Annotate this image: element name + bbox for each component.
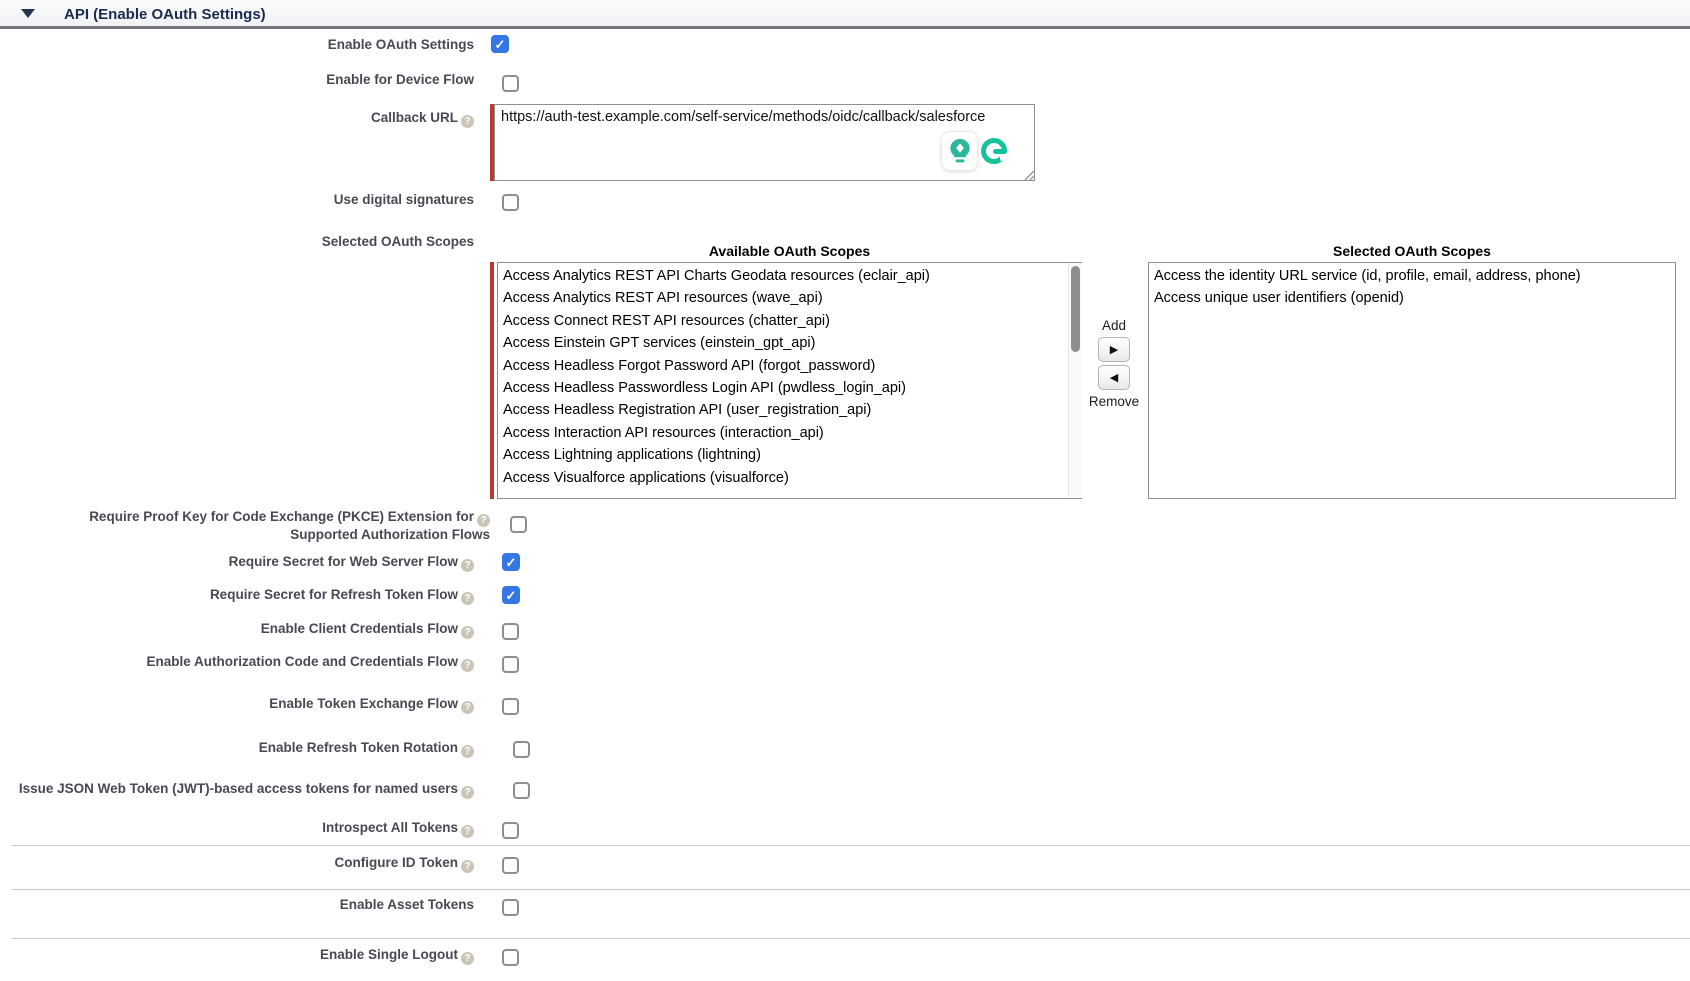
- section-header: API (Enable OAuth Settings): [0, 0, 1690, 29]
- help-icon[interactable]: ?: [461, 592, 474, 605]
- help-icon[interactable]: ?: [461, 952, 474, 965]
- help-icon[interactable]: ?: [461, 626, 474, 639]
- lightbulb-extension-icon[interactable]: [941, 131, 978, 171]
- enable-single-logout-checkbox[interactable]: ✓: [502, 949, 519, 966]
- scope-option[interactable]: Access the identity URL service (id, pro…: [1149, 265, 1675, 287]
- enable-client-credentials-checkbox[interactable]: ✓: [502, 623, 519, 640]
- add-arrow-icon: ▶: [1110, 344, 1118, 356]
- enable-refresh-token-rotation-checkbox[interactable]: ✓: [513, 741, 530, 758]
- field-label: Enable for Device Flow: [0, 72, 474, 87]
- field-label: Enable Client Credentials Flow?: [0, 621, 474, 639]
- field-label: Introspect All Tokens?: [0, 820, 474, 838]
- issue-jwt-tokens-checkbox[interactable]: ✓: [513, 782, 530, 799]
- enable-auth-code-credentials-checkbox[interactable]: ✓: [502, 656, 519, 673]
- available-scopes-header: Available OAuth Scopes: [497, 243, 1082, 259]
- scope-option[interactable]: Access Headless Registration API (user_r…: [498, 399, 1081, 421]
- oauth-settings-page: API (Enable OAuth Settings) Enable OAuth…: [0, 0, 1690, 981]
- scope-option[interactable]: Access Einstein GPT services (einstein_g…: [498, 332, 1081, 354]
- field-label: Issue JSON Web Token (JWT)-based access …: [0, 781, 474, 799]
- field-label: Enable Token Exchange Flow?: [0, 696, 474, 714]
- required-field-bar: [490, 262, 494, 499]
- scope-option[interactable]: Access Lightning applications (lightning…: [498, 444, 1081, 466]
- field-label: Enable Authorization Code and Credential…: [0, 654, 474, 672]
- grammarly-icon[interactable]: [979, 136, 1009, 166]
- remove-label: Remove: [1080, 394, 1148, 409]
- scrollbar-thumb[interactable]: [1071, 266, 1080, 352]
- section-title: API (Enable OAuth Settings): [64, 6, 266, 23]
- pkce-checkbox[interactable]: ✓: [510, 516, 527, 533]
- enable-asset-tokens-checkbox[interactable]: ✓: [502, 899, 519, 916]
- scope-option[interactable]: Access Headless Forgot Password API (for…: [498, 355, 1081, 377]
- help-icon[interactable]: ?: [461, 825, 474, 838]
- field-label: Callback URL?: [0, 110, 474, 128]
- field-label: Require Secret for Web Server Flow?: [0, 554, 474, 572]
- help-icon[interactable]: ?: [461, 115, 474, 128]
- check-icon: ✓: [506, 589, 517, 602]
- help-icon[interactable]: ?: [461, 659, 474, 672]
- scope-option[interactable]: Access Connect REST API resources (chatt…: [498, 310, 1081, 332]
- field-label: Enable Refresh Token Rotation?: [0, 740, 474, 758]
- selected-scopes-listbox[interactable]: Access the identity URL service (id, pro…: [1148, 262, 1676, 499]
- field-label: Require Proof Key for Code Exchange (PKC…: [0, 509, 490, 542]
- add-label: Add: [1090, 318, 1138, 333]
- available-scopes-scrollbar[interactable]: [1068, 263, 1082, 498]
- add-scope-button[interactable]: ▶: [1098, 337, 1130, 362]
- field-label: Enable Single Logout?: [0, 947, 474, 965]
- scope-option[interactable]: Access Headless Passwordless Login API (…: [498, 377, 1081, 399]
- require-secret-web-server-checkbox[interactable]: ✓: [502, 553, 520, 571]
- check-icon: ✓: [506, 556, 517, 569]
- help-icon[interactable]: ?: [461, 701, 474, 714]
- enable-oauth-settings-checkbox[interactable]: ✓: [491, 35, 509, 53]
- configure-id-token-checkbox[interactable]: ✓: [502, 857, 519, 874]
- scope-option[interactable]: Access Interaction API resources (intera…: [498, 422, 1081, 444]
- scope-option[interactable]: Access Analytics REST API Charts Geodata…: [498, 265, 1081, 287]
- field-label: Use digital signatures: [0, 192, 474, 207]
- help-icon[interactable]: ?: [461, 786, 474, 799]
- enable-token-exchange-checkbox[interactable]: ✓: [502, 698, 519, 715]
- collapse-triangle-icon[interactable]: [21, 9, 35, 18]
- use-digital-signatures-checkbox[interactable]: ✓: [502, 194, 519, 211]
- help-icon[interactable]: ?: [461, 559, 474, 572]
- resize-handle-icon[interactable]: [1022, 168, 1035, 181]
- row-divider: [12, 889, 1690, 890]
- row-divider: [12, 938, 1690, 939]
- remove-scope-button[interactable]: ◀: [1098, 365, 1130, 390]
- field-label: Require Secret for Refresh Token Flow?: [0, 587, 474, 605]
- scope-option[interactable]: Access Analytics REST API resources (wav…: [498, 287, 1081, 309]
- field-label: Enable Asset Tokens: [0, 897, 474, 912]
- scope-option[interactable]: Access unique user identifiers (openid): [1149, 287, 1675, 309]
- field-label: Enable OAuth Settings: [0, 37, 474, 52]
- require-secret-refresh-token-checkbox[interactable]: ✓: [502, 586, 520, 604]
- remove-arrow-icon: ◀: [1110, 372, 1118, 384]
- scope-option[interactable]: Access Visualforce applications (visualf…: [498, 467, 1081, 489]
- field-label: Selected OAuth Scopes: [0, 234, 474, 249]
- help-icon[interactable]: ?: [461, 860, 474, 873]
- help-icon[interactable]: ?: [477, 514, 490, 527]
- introspect-all-tokens-checkbox[interactable]: ✓: [502, 822, 519, 839]
- check-icon: ✓: [495, 38, 506, 51]
- selected-scopes-header: Selected OAuth Scopes: [1148, 243, 1676, 259]
- available-scopes-listbox[interactable]: Access Analytics REST API Charts Geodata…: [497, 262, 1082, 499]
- enable-for-device-flow-checkbox[interactable]: ✓: [502, 75, 519, 92]
- row-divider: [12, 845, 1690, 846]
- field-label: Configure ID Token?: [0, 855, 474, 873]
- help-icon[interactable]: ?: [461, 745, 474, 758]
